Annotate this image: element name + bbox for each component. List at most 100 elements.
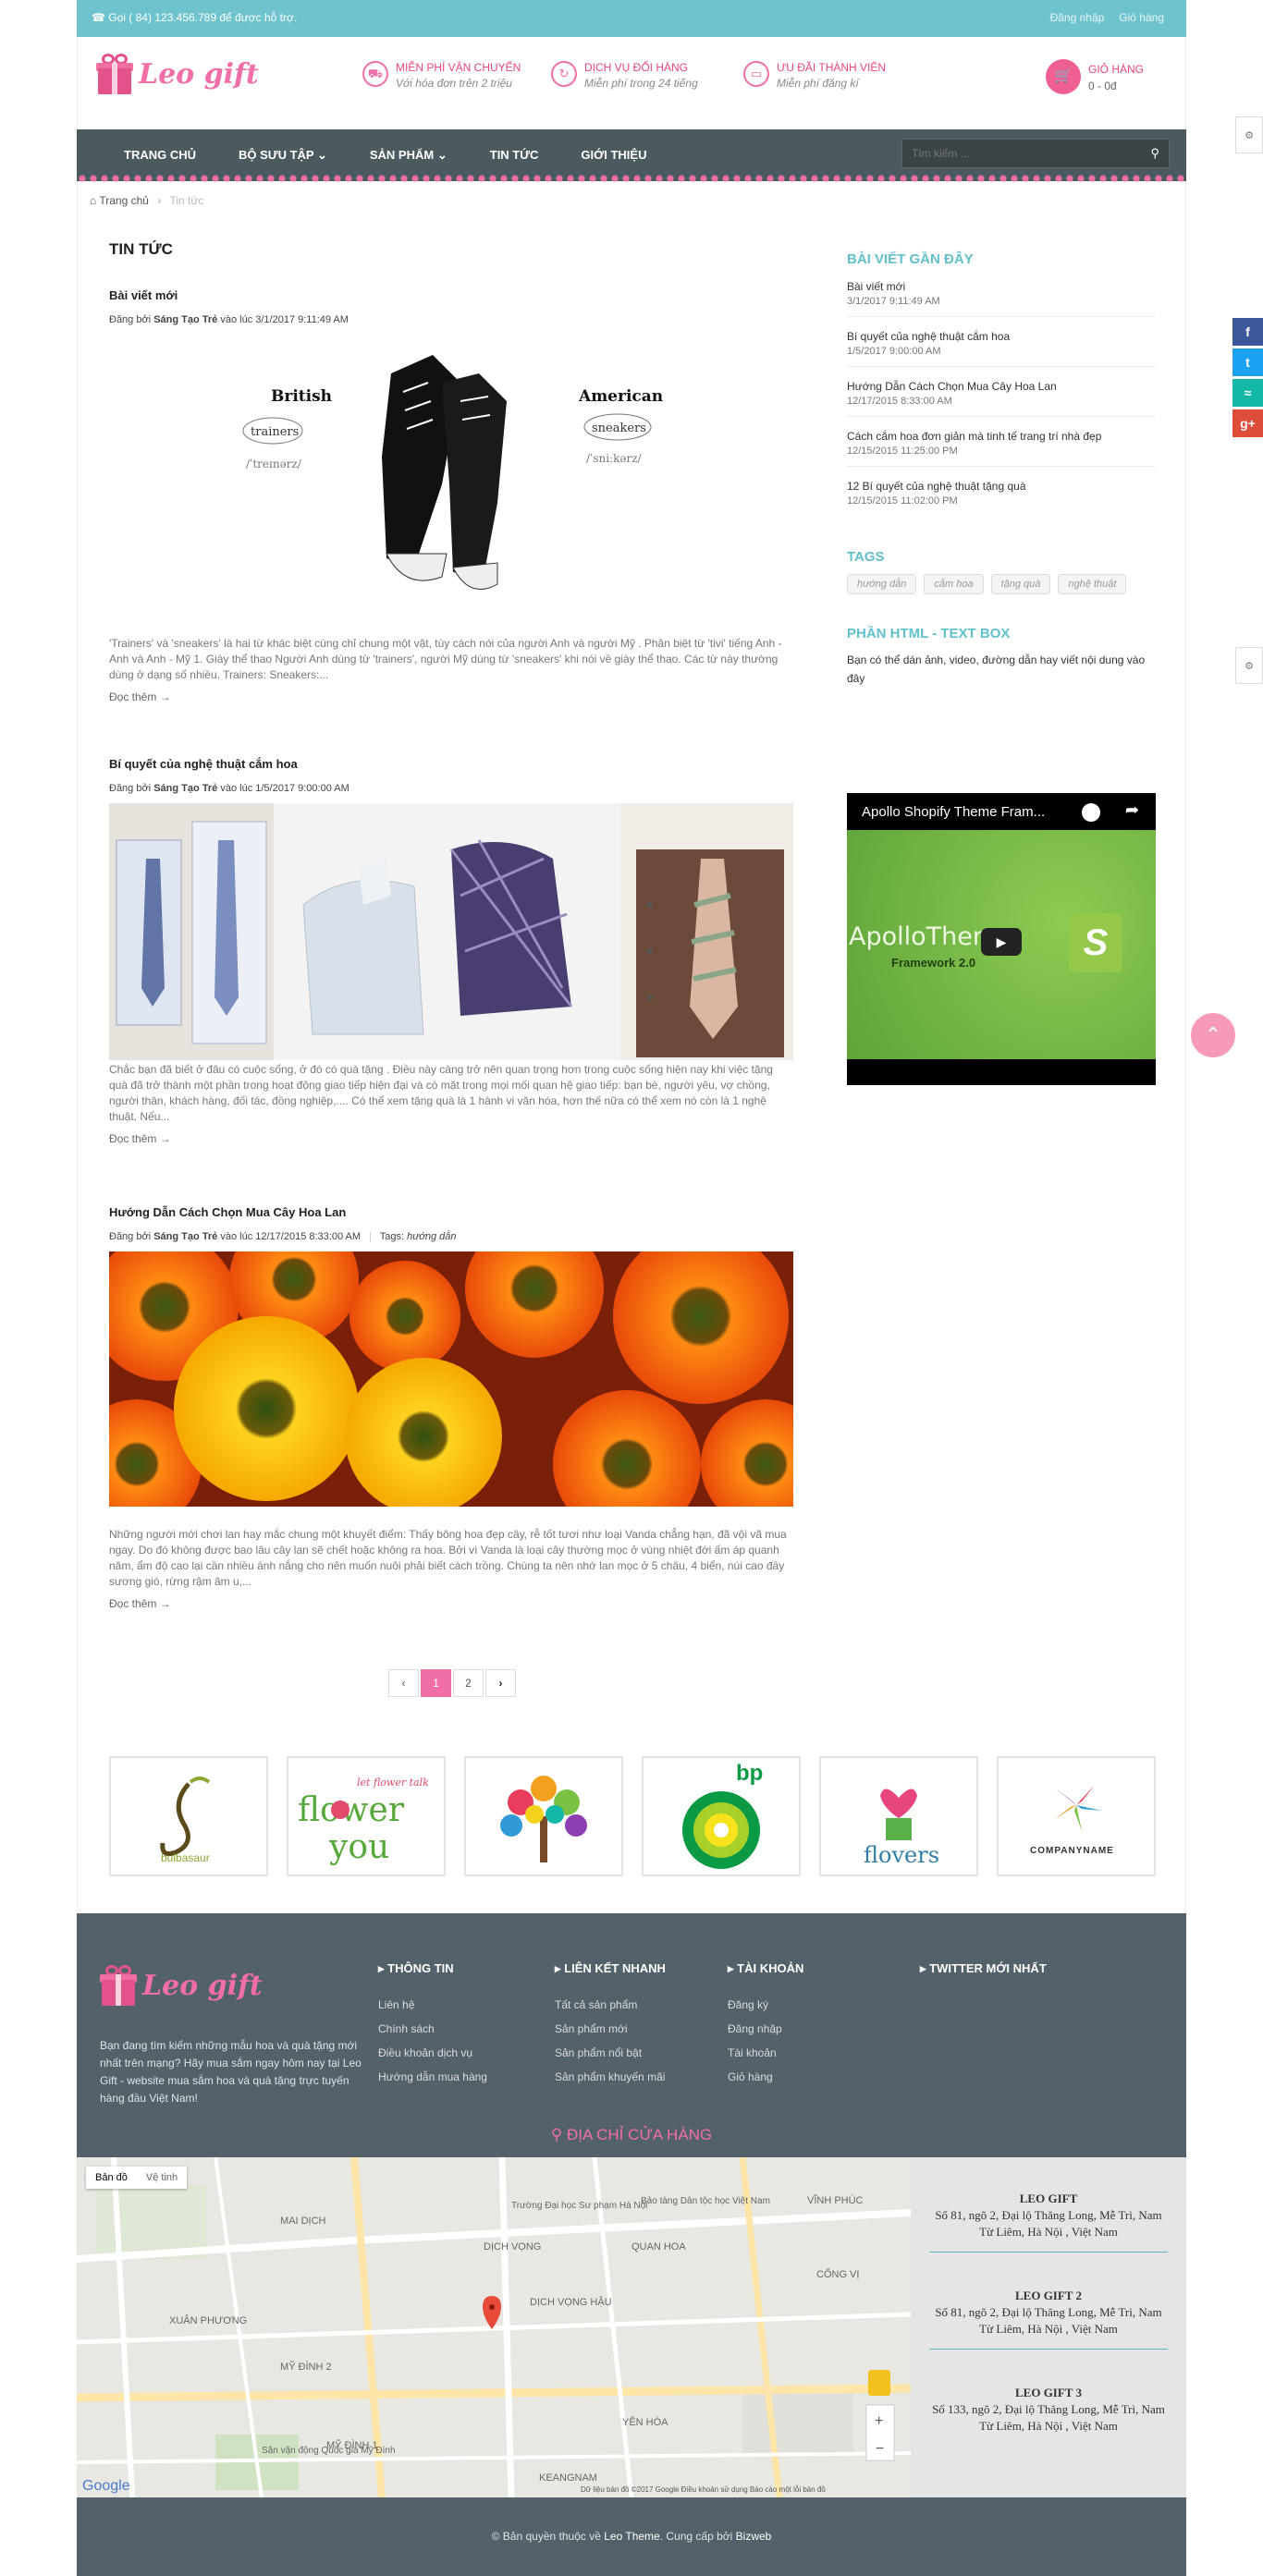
home-icon: ⌂ <box>90 194 100 207</box>
feature-exchange: ↻ DỊCH VỤ ĐỔI HÀNG Miễn phí trong 24 tiến… <box>551 61 698 90</box>
recent-post-item[interactable]: Cách cắm hoa đơn giản mà tinh tế trang t… <box>847 430 1156 467</box>
post-excerpt: Những người mới chơi lan hay mắc chung m… <box>109 1528 787 1588</box>
prev-page-button[interactable]: ‹ <box>388 1669 419 1697</box>
map-label: KEANGNAM <box>539 2472 597 2484</box>
phone-icon: ☎ <box>92 11 109 24</box>
facebook-icon[interactable]: f <box>1232 318 1263 346</box>
hotline: ☎ Gọi ( 84) 123.456.789 để được hỗ trợ. <box>92 11 297 24</box>
recent-post-item[interactable]: Hướng Dẫn Cách Chọn Mua Cây Hoa Lan 12/17… <box>847 380 1156 417</box>
scroll-to-top-button[interactable]: ⌃ <box>1191 1013 1235 1057</box>
login-link[interactable]: Đăng nhập <box>1050 11 1105 24</box>
post-excerpt: 'Trainers' và 'sneakers' là hai từ khác … <box>109 637 782 681</box>
footer-link[interactable]: Sản phẩm khuyến mãi <box>555 2070 666 2083</box>
post-image[interactable]: British trainers /ˈtreɪnərz/ American sn… <box>109 346 793 597</box>
post-tag[interactable]: hướng dẫn <box>407 1231 456 1242</box>
clock-icon[interactable] <box>1082 803 1100 822</box>
footer-col-links: ▸ LIÊN KẾT NHANH Tất cả sản phẩm Sản phẩm… <box>555 1961 666 2094</box>
recent-post-item[interactable]: 12 Bí quyết của nghệ thuật tặng quà 12/15… <box>847 480 1156 516</box>
post-image[interactable] <box>109 1251 793 1507</box>
read-more-link[interactable]: Đọc thêm → <box>109 1132 793 1145</box>
twitter-icon[interactable]: t <box>1232 348 1263 376</box>
read-more-link[interactable]: Đọc thêm → <box>109 1597 793 1610</box>
search-input[interactable] <box>902 140 1124 167</box>
pegman-icon[interactable] <box>868 2370 890 2396</box>
trainers-ipa: /ˈtreɪnərz/ <box>246 458 302 470</box>
page-2-button[interactable]: 2 <box>453 1669 484 1697</box>
share-icon[interactable]: ➦ <box>1125 800 1139 820</box>
post-date: vào lúc 3/1/2017 9:11:49 AM <box>220 314 349 325</box>
google-map[interactable]: MAI DỊCH DỊCH VỌNG QUAN HOA DỊCH VỌNG HẬ… <box>77 2157 911 2497</box>
british-word: British <box>271 387 332 406</box>
post-title[interactable]: Bài viết mới <box>109 288 793 302</box>
store-list: LEO GIFT Số 81, ngõ 2, Đại lộ Thăng Long,… <box>911 2157 1186 2497</box>
html-box-text: Bạn có thể dán ảnh, video, đường dẫn hay… <box>847 653 1146 685</box>
pagination: ‹ 1 2 › <box>388 1669 518 1697</box>
topbar-cart-link[interactable]: Giỏ hàng <box>1119 11 1164 24</box>
post-title[interactable]: Bí quyết của nghệ thuật cắm hoa <box>109 757 793 771</box>
side-tool-icon[interactable]: ⚙ <box>1235 647 1263 684</box>
footer-link[interactable]: Hướng dẫn mua hàng <box>378 2070 487 2083</box>
tag-item[interactable]: hướng dẫn <box>847 574 917 594</box>
zoom-in-icon[interactable]: + <box>875 2413 883 2429</box>
copyright-provider-link[interactable]: Bizweb <box>736 2530 772 2543</box>
tags-title: TAGS <box>847 549 885 565</box>
tag-item[interactable]: cắm hoa <box>924 574 984 594</box>
footer-link[interactable]: Liên hệ <box>378 1998 487 2011</box>
logo[interactable]: Leo gift <box>96 54 259 94</box>
zoom-out-icon[interactable]: − <box>876 2441 884 2457</box>
feature-sub: Miễn phí trong 24 tiếng <box>584 77 698 90</box>
read-more-link[interactable]: Đọc thêm → <box>109 690 793 703</box>
recent-post-title: Bài viết mới <box>847 280 906 293</box>
meta-prefix: Đăng bởi <box>109 314 152 325</box>
map-type-map[interactable]: Bản đồ <box>86 2167 137 2189</box>
recent-post-item[interactable]: Bài viết mới 3/1/2017 9:11:49 AM <box>847 280 1156 317</box>
tag-item[interactable]: tặng quà <box>990 574 1051 594</box>
partner-logo-flovers[interactable]: flovers <box>819 1756 978 1876</box>
post-date: vào lúc 1/5/2017 9:00:00 AM <box>220 783 349 794</box>
post-image[interactable] <box>109 803 793 1060</box>
feature-title: DỊCH VỤ ĐỔI HÀNG <box>584 61 689 74</box>
copyright-text: © Bản quyền thuộc về <box>491 2530 601 2543</box>
footer-link[interactable]: Điều khoản dịch vụ <box>378 2046 487 2059</box>
partner-logo-tree[interactable] <box>464 1756 623 1876</box>
footer-link[interactable]: Đăng nhập <box>728 2022 803 2035</box>
google-plus-icon[interactable]: g+ <box>1232 409 1263 437</box>
rss-icon[interactable]: ≈ <box>1232 379 1263 407</box>
map-canvas: MAI DỊCH DỊCH VỌNG QUAN HOA DỊCH VỌNG HẬ… <box>77 2157 911 2497</box>
footer-link[interactable]: Giỏ hàng <box>728 2070 803 2083</box>
map-type-satellite[interactable]: Vệ tinh <box>137 2167 187 2189</box>
store-item: LEO GIFT Số 81, ngõ 2, Đại lộ Thăng Long,… <box>929 2191 1168 2252</box>
post-title[interactable]: Hướng Dẫn Cách Chọn Mua Cây Hoa Lan <box>109 1205 793 1219</box>
page-title: TIN TỨC <box>109 240 173 258</box>
footer-link[interactable]: Sản phẩm mới <box>555 2022 666 2035</box>
decorative-border <box>77 172 1186 185</box>
footer-logo[interactable]: Leo gift <box>100 1965 263 2006</box>
partner-logo-bulbasaur[interactable]: bulbasaur <box>109 1756 268 1876</box>
footer-link[interactable]: Chính sách <box>378 2022 487 2035</box>
footer-link[interactable]: Tài khoản <box>728 2046 803 2059</box>
cart-title: GIỎ HÀNG <box>1087 63 1144 76</box>
footer-col-twitter: ▸ TWITTER MỚI NHẤT <box>920 1961 1047 1976</box>
partner-logo-flower-you[interactable]: let flower talk flower you <box>287 1756 446 1876</box>
recent-post-item[interactable]: Bí quyết của nghệ thuật cắm hoa 1/5/2017 … <box>847 330 1156 367</box>
gift-logo-icon <box>96 54 133 94</box>
partner-name: bp <box>736 1761 763 1786</box>
video-embed[interactable]: Apollo Shopify Theme Fram... ➦ ApolloThe… <box>847 793 1156 1085</box>
play-icon[interactable]: ▶ <box>981 928 1022 956</box>
post-author: Sáng Tạo Trẻ <box>153 314 218 325</box>
search-icon[interactable]: ⚲ <box>1150 146 1159 161</box>
footer-link[interactable]: Đăng ký <box>728 1998 803 2011</box>
next-page-button[interactable]: › <box>485 1669 516 1697</box>
footer-link[interactable]: Sản phẩm nổi bật <box>555 2046 666 2059</box>
page-1-button[interactable]: 1 <box>421 1669 451 1697</box>
breadcrumb-home[interactable]: Trang chủ <box>99 194 149 207</box>
header-cart[interactable]: 🛒 GIỎ HÀNG 0 - 0đ <box>1045 59 1144 94</box>
side-tool-icon[interactable]: ⚙ <box>1235 116 1263 153</box>
map-label: Bảo tàng Dân tộc học Việt Nam <box>641 2196 770 2206</box>
partner-logo-companyname[interactable]: COMPANYNAME <box>997 1756 1156 1876</box>
partner-logo-bp[interactable]: bp <box>642 1756 801 1876</box>
feature-sub: Với hóa đơn trên 2 triệu <box>396 77 512 90</box>
tag-item[interactable]: nghệ thuật <box>1058 574 1127 594</box>
footer-link[interactable]: Tất cả sản phẩm <box>555 1998 666 2011</box>
copyright-brand-link[interactable]: Leo Theme <box>604 2530 660 2543</box>
